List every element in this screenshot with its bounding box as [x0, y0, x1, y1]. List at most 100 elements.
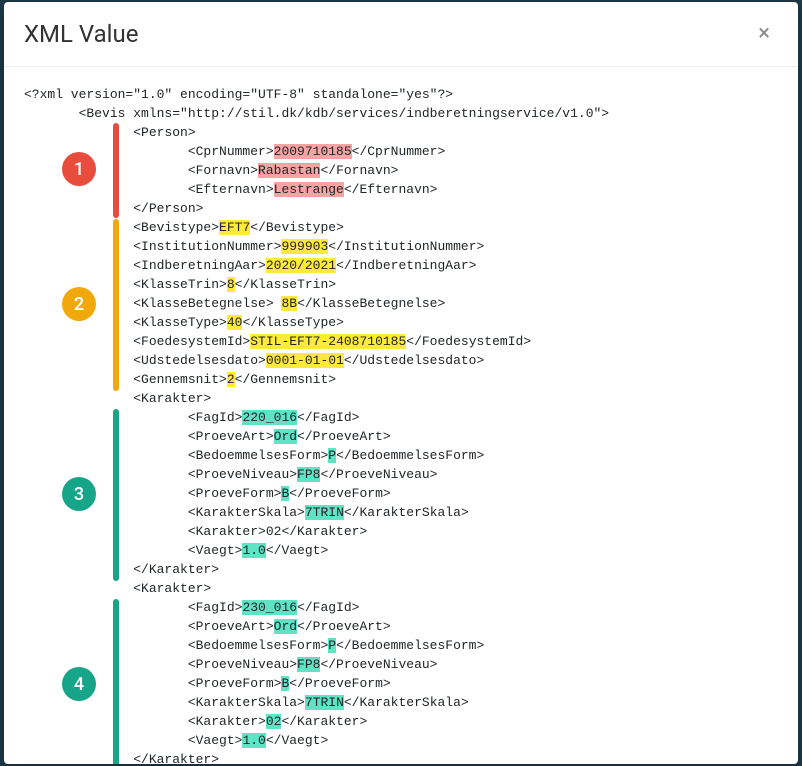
xml-k2-fagid-post: </FagId> — [297, 600, 359, 615]
xml-k2-proeveart-post: </ProeveArt> — [297, 619, 391, 634]
xml-k1-vaegt-val: 1.0 — [242, 543, 265, 558]
xml-fornavn-pre: <Fornavn> — [24, 163, 258, 178]
section-bar-2 — [113, 219, 119, 391]
xml-udsted-val: 0001-01-01 — [266, 353, 344, 368]
xml-person-open: <Person> — [24, 125, 196, 140]
xml-k2-karakter-post: </Karakter> — [281, 714, 367, 729]
xml-klassetype-pre: <KlasseType> — [24, 315, 227, 330]
xml-gennemsnit-pre: <Gennemsnit> — [24, 372, 227, 387]
section-badge-3: 3 — [62, 477, 96, 511]
xml-kar1-close: </Karakter> — [24, 562, 219, 577]
xml-k1-proeveart-pre: <ProeveArt> — [24, 429, 274, 444]
xml-indberet-val: 2020/2021 — [266, 258, 336, 273]
xml-k1-proeveart-post: </ProeveArt> — [297, 429, 391, 444]
xml-gennemsnit-post: </Gennemsnit> — [235, 372, 336, 387]
xml-bevistype-pre: <Bevistype> — [24, 220, 219, 235]
xml-k1-vaegt-post: </Vaegt> — [266, 543, 328, 558]
xml-klassetype-val: 40 — [227, 315, 243, 330]
xml-foedesys-pre: <FoedesystemId> — [24, 334, 250, 349]
xml-k2-skala-pre: <KarakterSkala> — [24, 695, 305, 710]
xml-k2-proeveform-post: </ProeveForm> — [289, 676, 390, 691]
xml-foedesys-val: STIL-EFT7-2408710185 — [250, 334, 406, 349]
xml-fornavn-val: Rabastan — [258, 163, 320, 178]
modal-body[interactable]: 1 2 3 4 <?xml version="1.0" encoding="UT… — [4, 67, 798, 764]
xml-klassetype-post: </KlasseType> — [242, 315, 343, 330]
xml-k1-proeveniv-pre: <ProeveNiveau> — [24, 467, 297, 482]
section-bar-3 — [113, 409, 119, 581]
close-icon[interactable]: × — [756, 23, 772, 45]
xml-efternavn-val: Lestrange — [274, 182, 344, 197]
xml-k1-fagid-pre: <FagId> — [24, 410, 242, 425]
xml-efternavn-pre: <Efternavn> — [24, 182, 274, 197]
xml-klassetrin-post: </KlasseTrin> — [235, 277, 336, 292]
xml-bevistype-post: </Bevistype> — [250, 220, 344, 235]
xml-k1-bedform-post: </BedoemmelsesForm> — [336, 448, 484, 463]
xml-k1-skala-post: </KarakterSkala> — [344, 505, 469, 520]
xml-bevis-open: <Bevis xmlns="http://stil.dk/kdb/service… — [24, 106, 609, 121]
xml-k1-proeveniv-post: </ProeveNiveau> — [320, 467, 437, 482]
xml-klassebet-val: 8B — [281, 296, 297, 311]
xml-k1-skala-pre: <KarakterSkala> — [24, 505, 305, 520]
xml-klassebet-post: </KlasseBetegnelse> — [297, 296, 445, 311]
xml-k2-proeveniv-pre: <ProeveNiveau> — [24, 657, 297, 672]
xml-k1-fagid-post: </FagId> — [297, 410, 359, 425]
xml-k2-proeveart-pre: <ProeveArt> — [24, 619, 274, 634]
modal-title: XML Value — [24, 20, 138, 48]
xml-k2-bedform-post: </BedoemmelsesForm> — [336, 638, 484, 653]
xml-efternavn-post: </Efternavn> — [344, 182, 438, 197]
xml-k2-fagid-val: 230_016 — [242, 600, 297, 615]
xml-k2-karakter-pre: <Karakter> — [24, 714, 266, 729]
xml-indberet-pre: <IndberetningAar> — [24, 258, 266, 273]
xml-k1-bedform-pre: <BedoemmelsesForm> — [24, 448, 328, 463]
xml-k1-vaegt-pre: <Vaegt> — [24, 543, 242, 558]
xml-k2-bedform-val: P — [328, 638, 336, 653]
xml-k1-fagid-val: 220_016 — [242, 410, 297, 425]
xml-foedesys-post: </FoedesystemId> — [406, 334, 531, 349]
xml-k1-skala-val: 7TRIN — [305, 505, 344, 520]
section-bar-4 — [113, 599, 119, 764]
xml-indberet-post: </IndberetningAar> — [336, 258, 476, 273]
xml-k1-proeveniv-val: FP8 — [297, 467, 320, 482]
xml-k2-bedform-pre: <BedoemmelsesForm> — [24, 638, 328, 653]
modal-header: XML Value × — [4, 2, 798, 67]
xml-cpr-post: </CprNummer> — [352, 144, 446, 159]
xml-k2-karakter-val: 02 — [266, 714, 282, 729]
xml-instnr-pre: <InstitutionNummer> — [24, 239, 281, 254]
section-badge-1: 1 — [62, 152, 96, 186]
xml-code: <?xml version="1.0" encoding="UTF-8" sta… — [24, 85, 778, 764]
xml-k2-proeveniv-val: FP8 — [297, 657, 320, 672]
xml-cpr-val: 2009710185 — [274, 144, 352, 159]
xml-udsted-pre: <Udstedelsesdato> — [24, 353, 266, 368]
xml-bevistype-val: EFT7 — [219, 220, 250, 235]
xml-k2-skala-val: 7TRIN — [305, 695, 344, 710]
xml-k2-proeveniv-post: </ProeveNiveau> — [320, 657, 437, 672]
xml-value-modal: XML Value × 1 2 3 4 <?xml version="1.0" … — [4, 2, 798, 764]
xml-k1-proeveform-post: </ProeveForm> — [289, 486, 390, 501]
xml-kar2-close: </Karakter> — [24, 752, 219, 764]
xml-gennemsnit-val: 2 — [227, 372, 235, 387]
xml-k2-fagid-pre: <FagId> — [24, 600, 242, 615]
xml-k1-bedform-val: P — [328, 448, 336, 463]
xml-k2-vaegt-val: 1.0 — [242, 733, 265, 748]
xml-instnr-val: 999903 — [281, 239, 328, 254]
xml-klassetrin-val: 8 — [227, 277, 235, 292]
xml-k1-karakter-pre: <Karakter> — [24, 524, 266, 539]
section-bar-1 — [113, 123, 119, 218]
xml-fornavn-post: </Fornavn> — [320, 163, 398, 178]
xml-decl: <?xml version="1.0" encoding="UTF-8" sta… — [24, 87, 453, 102]
xml-k2-vaegt-post: </Vaegt> — [266, 733, 328, 748]
xml-k1-karakter-val: 02 — [266, 524, 282, 539]
xml-kar2-open: <Karakter> — [24, 581, 211, 596]
xml-cpr-pre: <CprNummer> — [24, 144, 274, 159]
xml-udsted-post: </Udstedelsesdato> — [344, 353, 484, 368]
xml-klassetrin-pre: <KlasseTrin> — [24, 277, 227, 292]
section-badge-2: 2 — [62, 287, 96, 321]
xml-k1-proeveart-val: Ord — [274, 429, 297, 444]
xml-k2-vaegt-pre: <Vaegt> — [24, 733, 242, 748]
xml-instnr-post: </InstitutionNummer> — [328, 239, 484, 254]
xml-k2-skala-post: </KarakterSkala> — [344, 695, 469, 710]
xml-k2-proeveart-val: Ord — [274, 619, 297, 634]
xml-k1-karakter-post: </Karakter> — [281, 524, 367, 539]
section-badge-4: 4 — [62, 667, 96, 701]
xml-kar1-open: <Karakter> — [24, 391, 211, 406]
